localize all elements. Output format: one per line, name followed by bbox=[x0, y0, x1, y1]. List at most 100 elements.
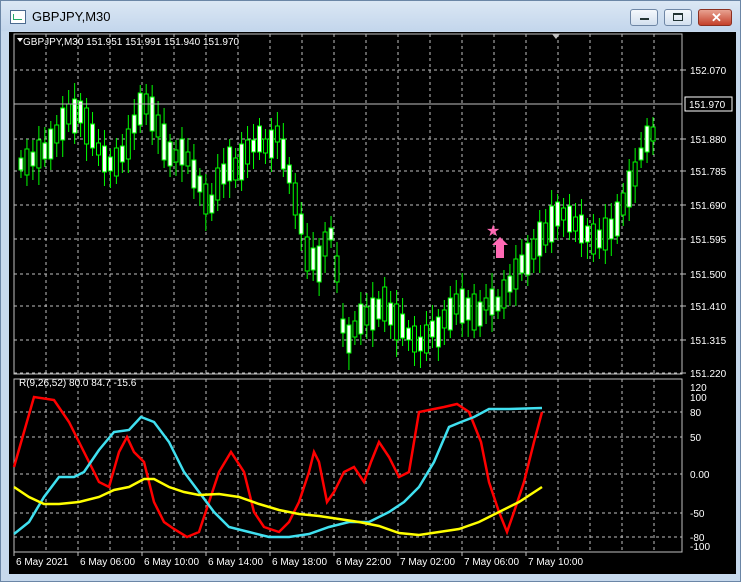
candle-body bbox=[54, 124, 60, 144]
candle-body bbox=[483, 297, 489, 311]
candle-body bbox=[256, 125, 262, 153]
candle-body bbox=[334, 255, 340, 283]
shift-marker-icon bbox=[552, 34, 560, 39]
candle-body bbox=[584, 225, 590, 243]
candle-body bbox=[298, 213, 304, 235]
candle-body bbox=[435, 316, 441, 348]
candle-body bbox=[429, 320, 435, 338]
candle-body bbox=[453, 293, 459, 315]
candle-body bbox=[245, 139, 251, 165]
candle-body bbox=[447, 297, 453, 331]
candle-body bbox=[513, 258, 519, 290]
candle-body bbox=[567, 205, 573, 233]
candle-body bbox=[549, 205, 555, 243]
price-label: 151.785 bbox=[690, 167, 727, 178]
indicator-header: R(9,26,52) 80.0 84.7 -15.6 bbox=[19, 378, 137, 389]
candle-body bbox=[620, 192, 626, 216]
candle-body bbox=[119, 145, 125, 163]
candle-body bbox=[537, 221, 543, 257]
candle-body bbox=[251, 139, 257, 153]
candle-body bbox=[501, 279, 507, 309]
candle-body bbox=[561, 207, 567, 221]
price-label: 151.880 bbox=[690, 135, 727, 146]
candle-body bbox=[614, 201, 620, 237]
chart-canvas[interactable]: 152.070 151.880 151.785 151.690 151.595 151.5… bbox=[9, 32, 736, 574]
candle-body bbox=[322, 231, 328, 257]
candle-body bbox=[417, 336, 423, 352]
indicator-line bbox=[13, 477, 543, 537]
candle-body bbox=[376, 298, 382, 320]
time-label: 6 May 2021 bbox=[16, 557, 69, 568]
candle-body bbox=[304, 236, 310, 272]
candle-body bbox=[179, 138, 185, 166]
candle-body bbox=[209, 194, 215, 214]
candle-body bbox=[197, 175, 203, 193]
candle-body bbox=[221, 163, 227, 185]
candle-body bbox=[30, 151, 36, 167]
chart-window: GBPJPY,M30 ✕ 152.070 151.880 151.785 151.69… bbox=[0, 0, 741, 582]
candle-body bbox=[340, 318, 346, 334]
candle-body bbox=[173, 149, 179, 163]
candle-body bbox=[543, 222, 549, 246]
candle-body bbox=[167, 141, 173, 167]
candle-body bbox=[113, 147, 119, 177]
candle-body bbox=[233, 157, 239, 181]
candle-body bbox=[412, 325, 418, 353]
indicator-scale-label: 0.00 bbox=[690, 470, 710, 481]
candle-body bbox=[310, 247, 316, 271]
candle-body bbox=[95, 142, 101, 156]
time-label: 7 May 06:00 bbox=[464, 557, 519, 568]
candle-body bbox=[215, 167, 221, 201]
candle-body bbox=[161, 123, 167, 161]
minimize-button[interactable] bbox=[630, 9, 658, 26]
candle-body bbox=[155, 114, 161, 138]
candle-body bbox=[36, 139, 42, 169]
candle-body bbox=[650, 126, 656, 142]
indicator-scale-label: -100 bbox=[690, 542, 710, 553]
candle-body bbox=[525, 242, 531, 276]
candle-body bbox=[638, 147, 644, 161]
candle-body bbox=[596, 229, 602, 249]
candle-body bbox=[531, 238, 537, 260]
candle-body bbox=[292, 182, 298, 216]
candle-body bbox=[555, 201, 561, 227]
candle-body bbox=[507, 275, 513, 293]
candle-body bbox=[42, 142, 48, 160]
candle-body bbox=[602, 217, 608, 251]
indicator-scale-label: 100 bbox=[690, 393, 707, 404]
candle-body bbox=[191, 159, 197, 189]
chart-header: GBPJPY,M30 151.951 151.991 151.940 151.9… bbox=[23, 37, 240, 48]
indicator-scale-label: 80 bbox=[690, 408, 702, 419]
candle-body bbox=[286, 164, 292, 184]
candle-body bbox=[328, 227, 334, 241]
candle-body bbox=[346, 324, 352, 354]
maximize-button[interactable] bbox=[664, 9, 692, 26]
candle-body bbox=[203, 183, 209, 215]
candle-body bbox=[227, 146, 233, 182]
candle-body bbox=[465, 297, 471, 321]
maximize-icon bbox=[673, 13, 683, 21]
candle-body bbox=[131, 114, 137, 134]
candle-body bbox=[459, 288, 465, 324]
grid bbox=[13, 33, 683, 553]
candle-body bbox=[149, 96, 155, 132]
candle-body bbox=[477, 301, 483, 327]
candle-body bbox=[382, 286, 388, 322]
candle-body bbox=[185, 151, 191, 167]
window-title: GBPJPY,M30 bbox=[32, 9, 111, 24]
chart-area[interactable]: 152.070 151.880 151.785 151.690 151.595 151.5… bbox=[9, 32, 736, 574]
candles bbox=[18, 83, 656, 370]
title-bar[interactable]: GBPJPY,M30 ✕ bbox=[1, 1, 740, 31]
candle-body bbox=[101, 145, 107, 173]
candle-body bbox=[274, 125, 280, 143]
candle-body bbox=[90, 123, 96, 149]
indicator-scale-label: 50 bbox=[690, 433, 702, 444]
price-label: 151.595 bbox=[690, 235, 727, 246]
price-label: 151.315 bbox=[690, 336, 727, 347]
candle-body bbox=[107, 156, 113, 172]
candle-body bbox=[495, 296, 501, 312]
current-price-label: 151.970 bbox=[689, 100, 726, 111]
close-button[interactable]: ✕ bbox=[698, 9, 732, 26]
candle-body bbox=[352, 320, 358, 338]
candle-body bbox=[519, 254, 525, 274]
